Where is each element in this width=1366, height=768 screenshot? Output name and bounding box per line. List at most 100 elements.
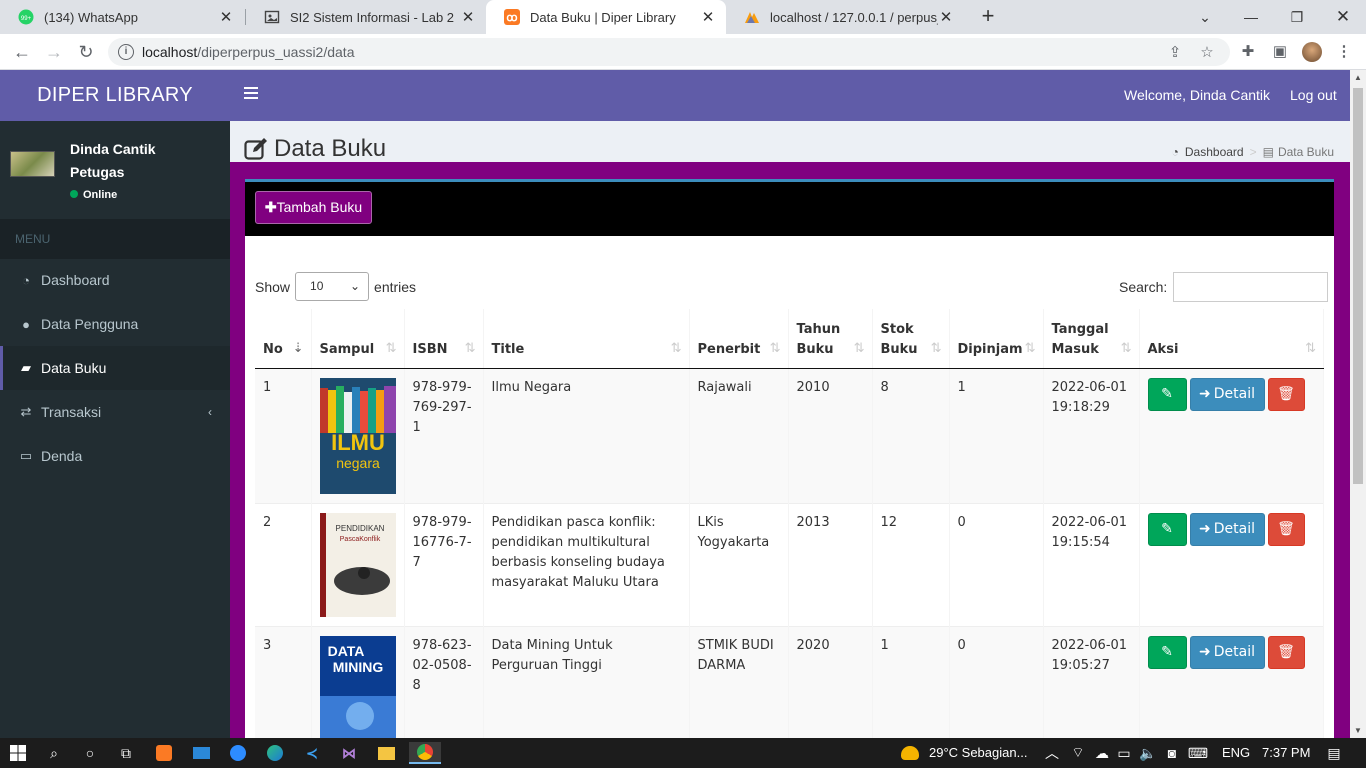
- minimize-icon[interactable]: —: [1228, 0, 1274, 34]
- notifications-icon[interactable]: ▤: [1322, 742, 1346, 764]
- scrollbar-thumb[interactable]: [1353, 88, 1363, 484]
- profile-avatar-icon[interactable]: [1300, 40, 1324, 64]
- logout-link[interactable]: Log out: [1290, 87, 1337, 103]
- sidebar-toggle-icon[interactable]: [244, 87, 258, 101]
- edit-button[interactable]: ✎: [1147, 635, 1187, 669]
- cell-stok: 8: [872, 367, 950, 503]
- sidebar-item-data-buku[interactable]: ▰ Data Buku: [0, 346, 230, 390]
- column-header-isbn[interactable]: ISBN ⇅: [404, 309, 484, 369]
- detail-button[interactable]: ➜ Detail: [1189, 512, 1265, 546]
- delete-button[interactable]: 🗑: [1267, 377, 1305, 411]
- chevron-up-icon[interactable]: ︿: [1040, 742, 1064, 764]
- bookmark-star-icon[interactable]: ☆: [1198, 43, 1216, 61]
- sidebar-item-label: Transaksi: [41, 404, 102, 420]
- language-indicator[interactable]: ENG: [1222, 745, 1250, 760]
- forward-icon[interactable]: →: [42, 40, 66, 64]
- edit-button[interactable]: ✎: [1147, 377, 1187, 411]
- chrome-icon[interactable]: [409, 742, 441, 764]
- page-length-value: 10: [310, 279, 324, 293]
- page-scrollbar[interactable]: ▲ ▼: [1350, 70, 1366, 738]
- scroll-down-icon[interactable]: ▼: [1350, 726, 1366, 735]
- task-view-icon[interactable]: ⧉: [114, 742, 138, 764]
- delete-button[interactable]: 🗑: [1267, 635, 1305, 669]
- edit-icon: ✎: [1161, 521, 1173, 537]
- window-close-icon[interactable]: ✕: [1320, 0, 1366, 34]
- restore-icon[interactable]: ❐: [1274, 0, 1320, 34]
- cloud-icon[interactable]: ☁: [1090, 742, 1114, 764]
- book-cover-image: DATA MINING: [319, 635, 396, 738]
- column-header-tahun-buku[interactable]: Tahun Buku ⇅: [788, 309, 873, 369]
- brand-logo[interactable]: DIPER LIBRARY: [0, 70, 230, 121]
- box-header: ✚Tambah Buku: [245, 182, 1334, 236]
- book-icon: ▰: [21, 360, 31, 375]
- breadcrumb-dashboard[interactable]: Dashboard: [1185, 145, 1244, 159]
- wifi-icon[interactable]: ⌔: [1066, 742, 1090, 764]
- site-info-icon[interactable]: i: [118, 44, 134, 60]
- detail-button[interactable]: ➜ Detail: [1189, 377, 1265, 411]
- mail-icon[interactable]: [189, 742, 213, 764]
- column-header-penerbit[interactable]: Penerbit ⇅: [689, 309, 789, 369]
- url-text[interactable]: localhost/diperperpus_uassi2/data: [142, 44, 355, 60]
- scroll-up-icon[interactable]: ▲: [1350, 73, 1366, 82]
- clock[interactable]: 7:37 PM: [1262, 745, 1310, 760]
- tab-whatsapp[interactable]: 99+ (134) WhatsApp ✕: [0, 0, 244, 34]
- cell-tahun: 2013: [788, 502, 873, 626]
- column-header-title[interactable]: Title ⇅: [483, 309, 690, 369]
- column-header-stok-buku[interactable]: Stok Buku ⇅: [872, 309, 950, 369]
- page-length-select[interactable]: 10 ⌄: [295, 272, 370, 301]
- search-control: Search:: [1119, 272, 1329, 302]
- book-cover-image: ILMU negara: [319, 377, 396, 494]
- new-tab-button[interactable]: +: [976, 5, 1000, 29]
- menu-kebab-icon[interactable]: ⋮: [1332, 40, 1356, 64]
- sidebar-item-transaksi[interactable]: ⇄ Transaksi ‹: [0, 390, 230, 434]
- edit-icon: ✎: [1161, 644, 1173, 660]
- address-bar[interactable]: i localhost/diperperpus_uassi2/data ⇪ ☆: [108, 38, 1230, 66]
- delete-button[interactable]: 🗑: [1267, 512, 1305, 546]
- cell-no: 2: [255, 502, 312, 626]
- weather-text[interactable]: 29°C Sebagian...: [929, 745, 1027, 760]
- volume-icon[interactable]: 🔈: [1136, 742, 1160, 764]
- visual-studio-icon[interactable]: ⋈: [337, 742, 361, 764]
- top-navbar: Welcome, Dinda Cantik Log out: [230, 70, 1350, 121]
- column-header-no[interactable]: No ⇣: [255, 309, 312, 369]
- search-input[interactable]: [1173, 272, 1329, 302]
- weather-icon[interactable]: [898, 742, 922, 764]
- xampp-taskbar-icon[interactable]: [152, 742, 176, 764]
- sidebar-item-data-pengguna[interactable]: ● Data Pengguna: [0, 302, 230, 346]
- close-icon[interactable]: ✕: [938, 8, 954, 26]
- tab-si2[interactable]: SI2 Sistem Informasi - Lab 2 ✕: [246, 0, 486, 34]
- windows-start-icon[interactable]: [6, 742, 30, 764]
- back-icon[interactable]: ←: [10, 40, 34, 64]
- sidebar-item-dashboard[interactable]: ◔ Dashboard: [0, 258, 230, 302]
- extensions-icon[interactable]: ✚: [1236, 40, 1260, 64]
- tab-search-icon[interactable]: ⌄: [1182, 0, 1228, 34]
- close-icon[interactable]: ✕: [700, 8, 716, 26]
- cortana-icon[interactable]: ○: [78, 742, 102, 764]
- edge-icon[interactable]: [263, 742, 287, 764]
- column-header-tanggal-masuk[interactable]: Tanggal Masuk ⇅: [1043, 309, 1140, 369]
- search-icon[interactable]: ⌕: [42, 742, 66, 764]
- zoom-icon[interactable]: [226, 742, 250, 764]
- tab-data-buku[interactable]: ꝏ Data Buku | Diper Library ✕: [486, 0, 726, 34]
- column-header-sampul[interactable]: Sampul ⇅: [311, 309, 405, 369]
- file-explorer-icon[interactable]: [374, 742, 398, 764]
- share-icon[interactable]: ⇪: [1166, 43, 1184, 61]
- battery-icon[interactable]: ▭: [1112, 742, 1136, 764]
- svg-text:DATA: DATA: [327, 643, 364, 659]
- tab-phpmyadmin[interactable]: localhost / 127.0.0.1 / perpus_si2 ✕: [726, 0, 964, 34]
- cell-isbn: 978-979-769-297-1: [404, 367, 484, 503]
- vscode-icon[interactable]: ≺: [300, 742, 324, 764]
- edit-button[interactable]: ✎: [1147, 512, 1187, 546]
- add-book-button[interactable]: ✚Tambah Buku: [255, 191, 372, 224]
- detail-button[interactable]: ➜ Detail: [1189, 635, 1265, 669]
- keyboard-icon[interactable]: ⌨: [1186, 742, 1210, 764]
- camera-icon[interactable]: ◙: [1160, 742, 1184, 764]
- user-name-text: Dinda Cantik: [70, 141, 156, 157]
- side-panel-icon[interactable]: ▣: [1268, 40, 1292, 64]
- column-header-dipinjam[interactable]: Dipinjam ⇅: [949, 309, 1044, 369]
- sidebar-item-denda[interactable]: ▭ Denda: [0, 434, 230, 478]
- reload-icon[interactable]: ↻: [74, 40, 98, 64]
- column-header-aksi[interactable]: Aksi ⇅: [1139, 309, 1324, 369]
- close-icon[interactable]: ✕: [218, 8, 234, 26]
- close-icon[interactable]: ✕: [460, 8, 476, 26]
